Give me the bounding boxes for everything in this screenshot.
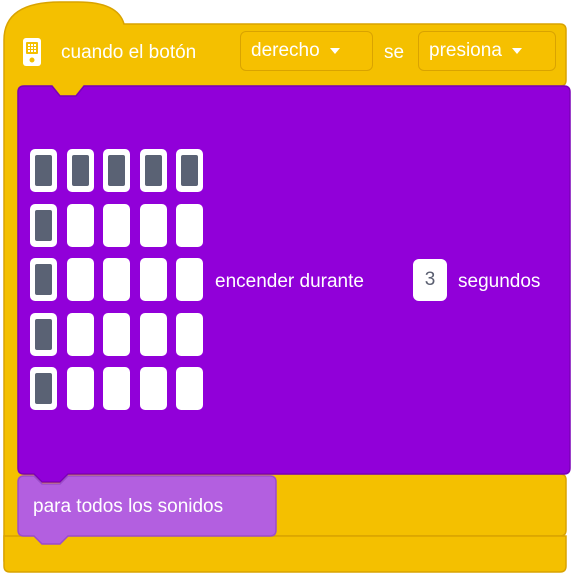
- led-pixel-r1-c4[interactable]: [140, 149, 167, 192]
- chevron-down-icon: [511, 48, 522, 54]
- led-pixel-r1-c1[interactable]: [30, 149, 57, 192]
- led-pixel-r3-c4[interactable]: [140, 258, 167, 301]
- light-label-before: encender durante: [215, 271, 364, 292]
- led-pixel-r2-c4[interactable]: [140, 204, 167, 247]
- led-pixel-r1-c2[interactable]: [67, 149, 94, 192]
- led-pixel-r1-c5[interactable]: [176, 149, 203, 192]
- led-pixel-r4-c5[interactable]: [176, 313, 203, 356]
- hub-icon: [23, 38, 41, 66]
- led-pixel-r5-c1[interactable]: [30, 367, 57, 410]
- led-pixel-r2-c3[interactable]: [103, 204, 130, 247]
- button-side-value: derecho: [251, 40, 320, 61]
- led-pixel-r3-c5[interactable]: [176, 258, 203, 301]
- button-side-dropdown[interactable]: derecho: [240, 31, 373, 71]
- event-block-foot: [3, 535, 567, 573]
- button-action-dropdown[interactable]: presiona: [418, 31, 556, 71]
- event-middle-label: se: [384, 42, 405, 63]
- led-pixel-r5-c5[interactable]: [176, 367, 203, 410]
- led-pixel-r5-c3[interactable]: [103, 367, 130, 410]
- led-pixel-r3-c1[interactable]: [30, 258, 57, 301]
- led-pixel-r5-c4[interactable]: [140, 367, 167, 410]
- light-label-after: segundos: [458, 271, 541, 292]
- led-pixel-r1-c3[interactable]: [103, 149, 130, 192]
- event-prefix-label: cuando el botón: [61, 42, 197, 63]
- led-pixel-r4-c3[interactable]: [103, 313, 130, 356]
- led-pixel-r2-c5[interactable]: [176, 204, 203, 247]
- stop-sounds-label: para todos los sonidos: [33, 496, 224, 517]
- button-action-value: presiona: [429, 40, 502, 61]
- chevron-down-icon: [329, 48, 340, 54]
- led-pixel-r4-c2[interactable]: [67, 313, 94, 356]
- duration-input[interactable]: 3: [413, 259, 447, 301]
- led-pixel-r5-c2[interactable]: [67, 367, 94, 410]
- led-pixel-r2-c2[interactable]: [67, 204, 94, 247]
- led-pixel-r3-c3[interactable]: [103, 258, 130, 301]
- led-pixel-r2-c1[interactable]: [30, 204, 57, 247]
- led-pixel-r4-c4[interactable]: [140, 313, 167, 356]
- led-pixel-r4-c1[interactable]: [30, 313, 57, 356]
- led-pixel-r3-c2[interactable]: [67, 258, 94, 301]
